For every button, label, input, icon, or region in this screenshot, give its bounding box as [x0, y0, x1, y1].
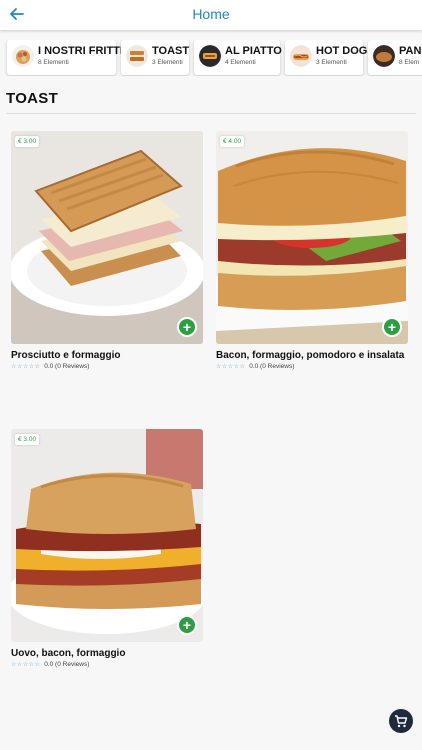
add-to-cart-button[interactable]: +: [382, 317, 402, 337]
product-image: [216, 131, 408, 344]
price-badge: € 3.00: [15, 434, 40, 445]
category-name: TOAST: [152, 45, 190, 57]
plus-icon: +: [182, 319, 192, 335]
category-chip-al-piatto[interactable]: AL PIATTO 4 Elementi: [194, 40, 282, 75]
category-thumb: [12, 45, 34, 67]
product-image: [11, 429, 203, 642]
category-count: 8 Elementi: [38, 59, 69, 66]
rating: ☆☆☆☆☆ 0.0 (0 Reviews): [216, 363, 294, 370]
app-bar: Home: [0, 0, 422, 30]
product-title: Uovo, bacon, formaggio: [11, 648, 126, 659]
category-count: 3 Elementi: [316, 59, 347, 66]
category-name: PAN: [399, 45, 422, 57]
plus-icon: +: [387, 319, 397, 335]
category-thumb: [126, 45, 148, 67]
section-title: TOAST: [6, 90, 59, 107]
page-title: Home: [192, 6, 230, 22]
category-thumb: [373, 45, 395, 67]
category-thumb: [199, 45, 221, 67]
rating-text: 0.0 (0 Reviews): [44, 363, 90, 370]
rating: ☆☆☆☆☆ 0.0 (0 Reviews): [11, 661, 89, 668]
category-name: HOT DOG: [316, 45, 368, 57]
divider: [6, 113, 416, 114]
star-rating-icon: ☆☆☆☆☆: [11, 662, 41, 668]
category-bar[interactable]: I NOSTRI FRITTI 8 Elementi TOAST 3 Eleme…: [0, 40, 422, 76]
plus-icon: +: [182, 617, 192, 633]
cart-button[interactable]: [389, 709, 413, 733]
category-count: 3 Elementi: [152, 59, 183, 66]
category-chip-toast[interactable]: TOAST 3 Elementi: [121, 40, 189, 75]
shopping-cart-icon: [395, 715, 408, 728]
category-name: I NOSTRI FRITTI: [38, 45, 123, 57]
category-count: 8 Elem: [399, 59, 420, 66]
category-chip-fritti[interactable]: I NOSTRI FRITTI 8 Elementi: [7, 40, 123, 75]
product-image: [11, 131, 203, 344]
add-to-cart-button[interactable]: +: [177, 615, 197, 635]
rating: ☆☆☆☆☆ 0.0 (0 Reviews): [11, 363, 89, 370]
star-rating-icon: ☆☆☆☆☆: [216, 364, 246, 370]
star-rating-icon: ☆☆☆☆☆: [11, 364, 41, 370]
rating-text: 0.0 (0 Reviews): [249, 363, 295, 370]
category-count: 4 Elementi: [225, 59, 256, 66]
add-to-cart-button[interactable]: +: [177, 317, 197, 337]
price-badge: € 4.00: [220, 136, 245, 147]
rating-text: 0.0 (0 Reviews): [44, 661, 90, 668]
product-title: Prosciutto e formaggio: [11, 350, 121, 361]
price-badge: € 3.00: [15, 136, 40, 147]
category-chip-pan[interactable]: PAN 8 Elem: [368, 40, 422, 75]
category-name: AL PIATTO: [225, 45, 282, 57]
category-chip-hot-dog[interactable]: HOT DOG 3 Elementi: [285, 40, 367, 75]
product-title: Bacon, formaggio, pomodoro e insalata: [216, 350, 405, 361]
category-thumb: [290, 45, 312, 67]
